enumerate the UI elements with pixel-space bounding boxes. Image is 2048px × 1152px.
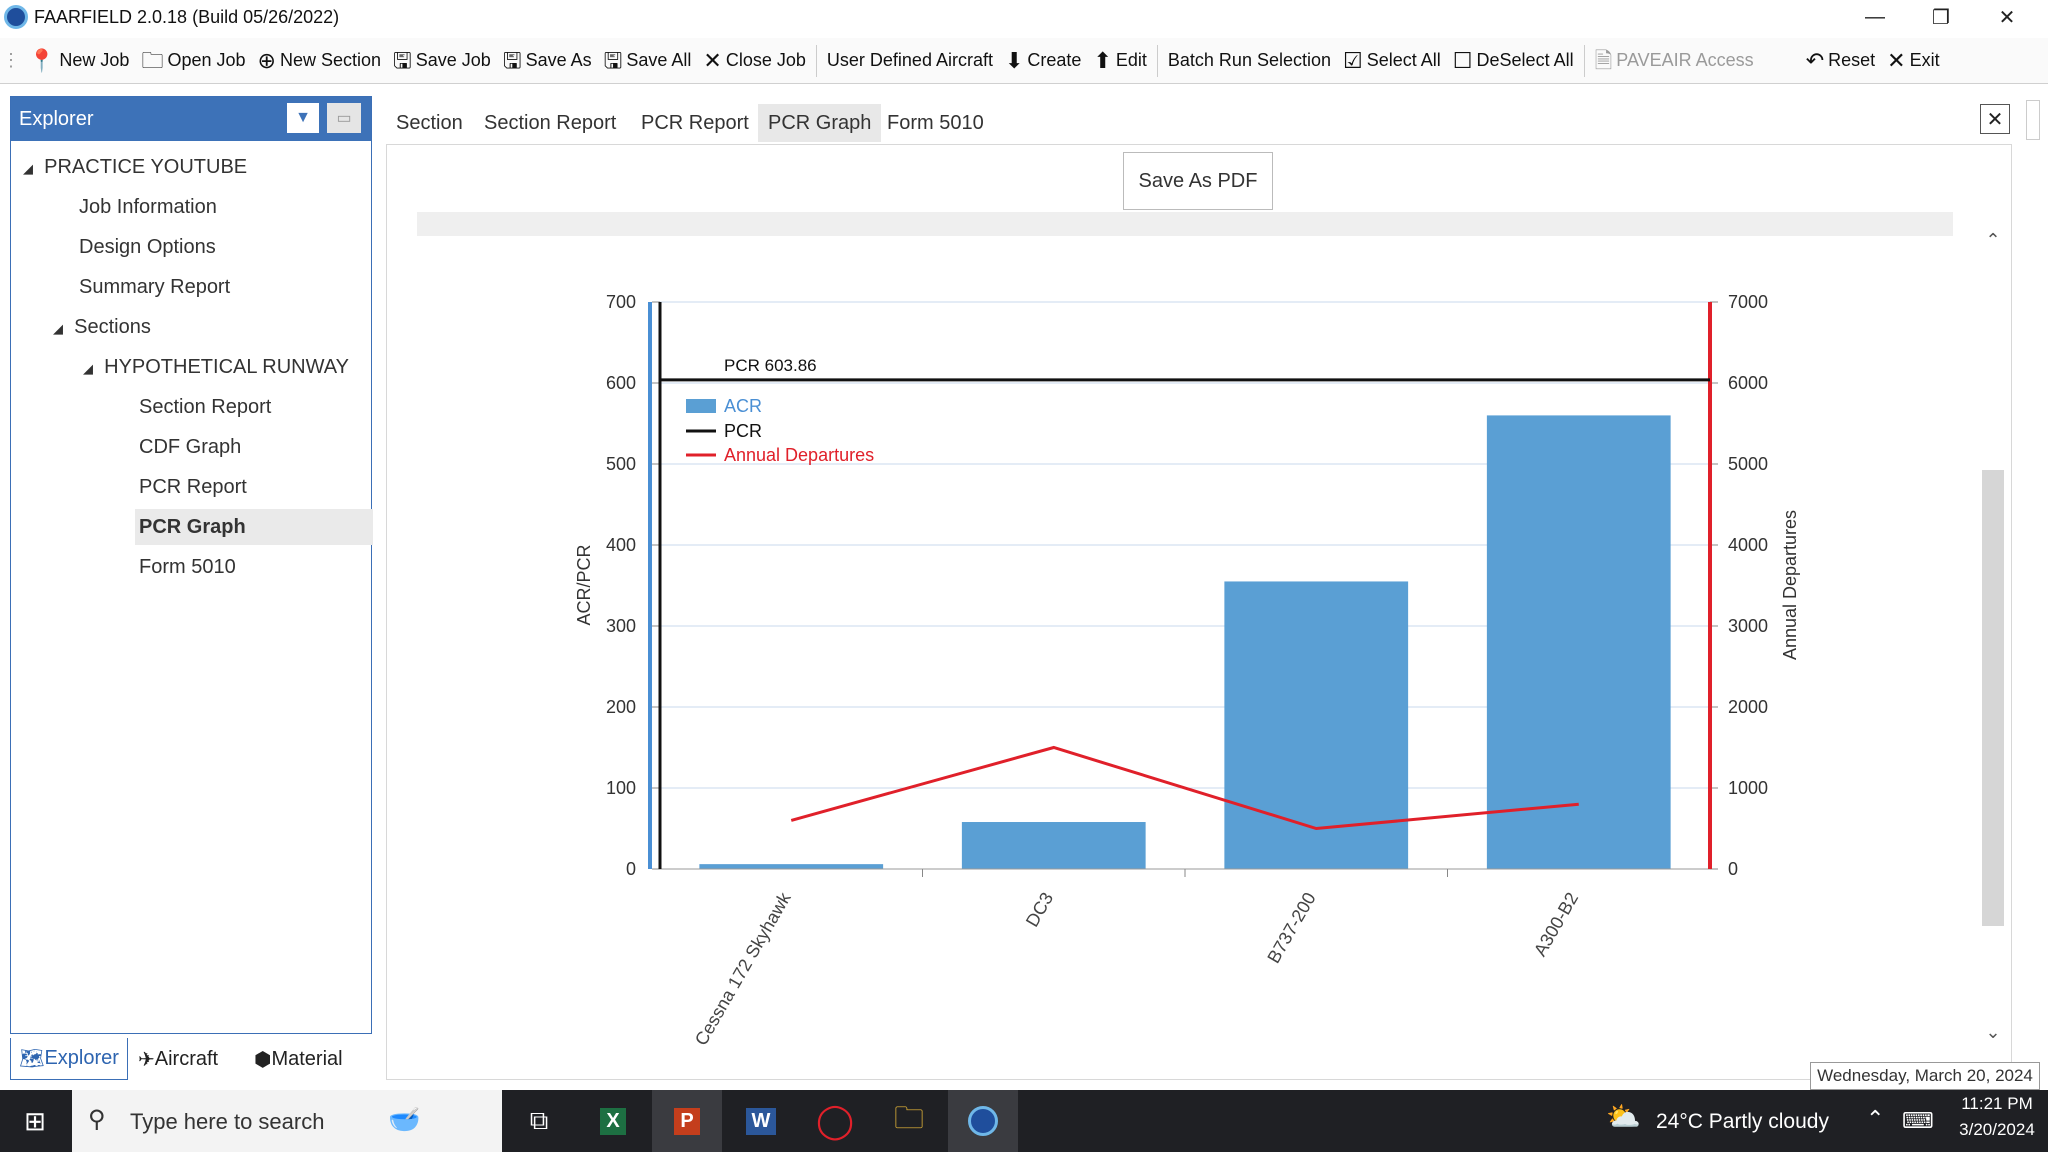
file-explorer-icon[interactable]: 🗀 <box>874 1090 944 1152</box>
x-category-label: Cessna 172 Skyhawk <box>691 888 795 1049</box>
weather-text[interactable]: 24°C Partly cloudy <box>1656 1110 1829 1134</box>
search-icon: ⚲ <box>88 1106 106 1133</box>
y-tick-label: 300 <box>606 616 636 636</box>
excel-icon[interactable]: X <box>578 1090 648 1152</box>
date-tooltip: Wednesday, March 20, 2024 <box>1810 1062 2040 1090</box>
powerpoint-glyph: P <box>674 1107 700 1135</box>
y-tick-label: 200 <box>606 697 636 717</box>
acr-bar <box>961 822 1146 869</box>
y-tick-label: 700 <box>606 292 636 312</box>
weather-icon: ⛅ <box>1606 1101 1641 1132</box>
legend-acr-label: ACR <box>724 396 762 416</box>
search-highlight-icon: 🥣 <box>388 1104 421 1134</box>
search-placeholder: Type here to search <box>130 1109 325 1134</box>
legend-departures-label: Annual Departures <box>724 445 874 465</box>
y-tick-label: 100 <box>606 778 636 798</box>
x-category-label: DC3 <box>1022 889 1057 930</box>
y-tick-label: 600 <box>606 373 636 393</box>
opera-icon[interactable]: ◯ <box>800 1090 870 1152</box>
y2-tick-label: 1000 <box>1728 778 1768 798</box>
chart-bars <box>699 415 1671 869</box>
taskbar-search-box[interactable]: ⚲ Type here to search 🥣 <box>72 1090 502 1152</box>
faarfield-glyph <box>968 1106 998 1136</box>
word-icon[interactable]: W <box>726 1090 796 1152</box>
y-axis-title: ACR/PCR <box>574 544 594 625</box>
y2-tick-label: 7000 <box>1728 292 1768 312</box>
windows-start-icon[interactable]: ⊞ <box>0 1090 70 1152</box>
y-tick-label: 0 <box>626 859 636 879</box>
show-hidden-icons-chevron-icon[interactable]: ⌃ <box>1866 1106 1884 1132</box>
powerpoint-icon[interactable]: P <box>652 1090 722 1152</box>
x-category-label: B737-200 <box>1263 889 1319 967</box>
clock[interactable]: 11:21 PM 3/20/2024 <box>1952 1094 2042 1140</box>
legend-acr-swatch <box>686 399 716 413</box>
y2-axis-title: Annual Departures <box>1780 510 1800 660</box>
keyboard-icon[interactable]: ⌨ <box>1902 1108 1934 1134</box>
clock-date: 3/20/2024 <box>1959 1120 2035 1139</box>
y2-tick-label: 6000 <box>1728 373 1768 393</box>
y-tick-label: 500 <box>606 454 636 474</box>
y2-tick-label: 2000 <box>1728 697 1768 717</box>
clock-time: 11:21 PM <box>1961 1094 2033 1113</box>
word-glyph: W <box>745 1107 777 1135</box>
task-view-icon[interactable]: ⧉ <box>504 1090 574 1152</box>
acr-bar <box>1486 415 1671 869</box>
faarfield-taskbar-icon[interactable] <box>948 1090 1018 1152</box>
y2-tick-label: 4000 <box>1728 535 1768 555</box>
chart-legend: ACR PCR Annual Departures <box>686 396 874 465</box>
x-category-label: A300-B2 <box>1530 889 1582 960</box>
y2-tick-label: 3000 <box>1728 616 1768 636</box>
acr-bar <box>1224 581 1409 869</box>
pcr-chart: 0100200300400500600700010002000300040005… <box>574 292 1800 1049</box>
pcr-reference-label: PCR 603.86 <box>724 356 817 375</box>
y2-tick-label: 0 <box>1728 859 1738 879</box>
acr-bar <box>699 864 884 869</box>
excel-glyph: X <box>600 1107 626 1135</box>
legend-pcr-label: PCR <box>724 421 762 441</box>
y2-tick-label: 5000 <box>1728 454 1768 474</box>
y-tick-label: 400 <box>606 535 636 555</box>
